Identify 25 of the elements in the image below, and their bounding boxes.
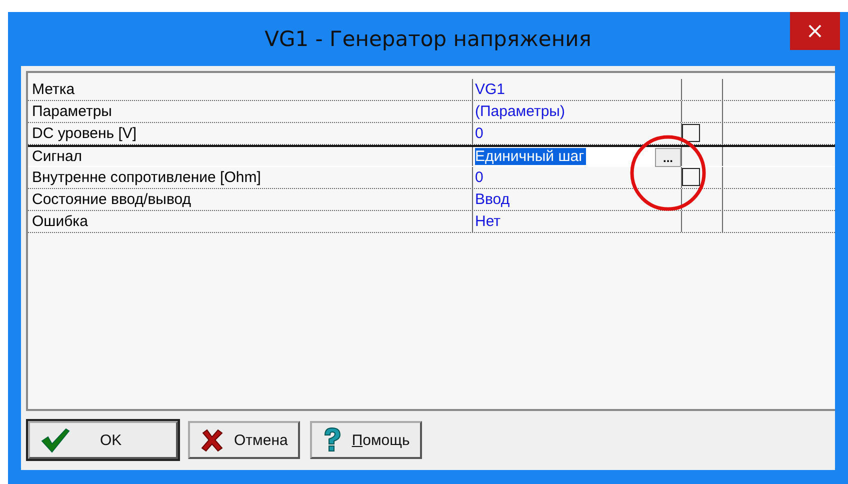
property-name: Параметры [32, 103, 112, 120]
property-value[interactable]: (Параметры) [475, 103, 565, 120]
property-value[interactable]: Единичный шаг [475, 148, 586, 165]
dialog-button[interactable]: OK [28, 421, 178, 459]
property-name: Сигнал [32, 148, 82, 165]
property-name: Метка [32, 81, 75, 98]
cross-icon [200, 428, 224, 452]
property-name: Состояние ввод/вывод [32, 191, 192, 208]
property-value[interactable]: Ввод [475, 191, 510, 208]
ellipsis-button[interactable]: ... [655, 148, 681, 167]
property-value[interactable]: 0 [475, 125, 484, 142]
dialog-button[interactable]: Отмена [188, 421, 300, 459]
checkbox[interactable] [682, 168, 700, 186]
close-button[interactable]: × [790, 12, 840, 50]
property-name: DC уровень [V] [32, 125, 137, 142]
property-value[interactable]: VG1 [475, 81, 506, 98]
question-icon [322, 427, 342, 453]
dialog-button[interactable]: Помощь [310, 421, 422, 459]
checkmark-icon [40, 427, 70, 453]
property-name: Внутренне сопротивление [Ohm] [32, 169, 261, 186]
property-name: Ошибка [32, 213, 88, 230]
property-value[interactable]: 0 [475, 169, 484, 186]
checkbox[interactable] [682, 124, 700, 142]
window-title: VG1 - Генератор напряжения [264, 27, 592, 51]
property-value[interactable]: Нет [475, 213, 501, 230]
